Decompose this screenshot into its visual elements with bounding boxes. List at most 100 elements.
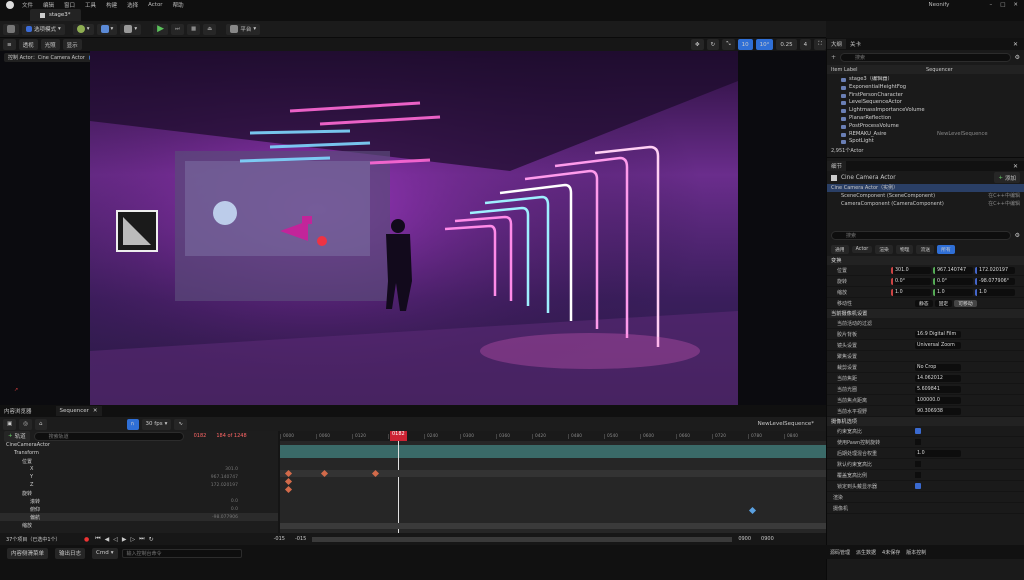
- range-start[interactable]: -015: [274, 536, 285, 542]
- transform-move-icon[interactable]: ✥: [691, 39, 704, 50]
- mobility-static[interactable]: 静态: [915, 299, 933, 307]
- col-sequencer[interactable]: Sequencer: [926, 67, 953, 73]
- track-row[interactable]: 位置: [0, 457, 278, 465]
- maximize-viewport-icon[interactable]: ⛶: [814, 39, 826, 50]
- outliner-row[interactable]: REMAKU_Asire NewLevelSequence: [827, 131, 1024, 139]
- mode-dropdown[interactable]: 选项模式 ▾: [22, 23, 65, 35]
- outliner-search-input[interactable]: 搜索: [840, 53, 1011, 62]
- cmd-dropdown[interactable]: Cmd ▾: [92, 547, 118, 559]
- setting-value[interactable]: 100000.0: [915, 396, 961, 404]
- cinematics-button[interactable]: ▾: [120, 23, 142, 35]
- outliner-row[interactable]: ExponentialHeightFog: [827, 84, 1024, 92]
- lit-button[interactable]: 光照: [40, 39, 60, 50]
- derived-data-button[interactable]: 派生数据: [856, 549, 876, 556]
- range-end-2[interactable]: 0900: [761, 536, 774, 542]
- transform-scale-icon[interactable]: ⤡: [722, 39, 735, 50]
- seq-snap-button[interactable]: ∩: [126, 418, 139, 430]
- keyframe[interactable]: [284, 485, 293, 494]
- keyframe[interactable]: [748, 506, 757, 515]
- col-item-label[interactable]: Item Label: [831, 67, 926, 73]
- outliner-row[interactable]: LightmassImportanceVolume: [827, 107, 1024, 115]
- grid-snap-button[interactable]: 10: [737, 39, 753, 50]
- scale-y[interactable]: 1.0: [933, 288, 973, 296]
- component-row[interactable]: SceneComponent (SceneComponent) 在C++中编辑: [827, 192, 1024, 200]
- revision-control-button[interactable]: 版本控制: [906, 549, 926, 556]
- range-scrollbar[interactable]: [312, 536, 733, 542]
- step-back-button[interactable]: ◀: [105, 536, 110, 543]
- record-button[interactable]: ●: [84, 536, 89, 543]
- mobility-movable[interactable]: 可移动: [954, 299, 977, 307]
- minimize-button[interactable]: –: [989, 2, 992, 8]
- mobility-stationary[interactable]: 固定: [934, 299, 953, 307]
- step-button[interactable]: ⏭: [171, 23, 184, 35]
- maximize-button[interactable]: □: [1000, 2, 1005, 8]
- add-actor-button[interactable]: ▾: [72, 23, 94, 35]
- option-checkbox[interactable]: [915, 461, 921, 467]
- play-forward-button[interactable]: ▶: [122, 536, 127, 543]
- track-row[interactable]: 俯仰 0.0: [0, 505, 278, 513]
- transform-section[interactable]: 变换: [827, 256, 1024, 265]
- seq-save-button[interactable]: ▣: [3, 418, 17, 430]
- track-row[interactable]: 缩放: [0, 521, 278, 529]
- source-control-button[interactable]: 源码管理: [830, 549, 850, 556]
- setting-value[interactable]: 14.062012: [915, 374, 961, 382]
- outliner-row[interactable]: PostProcessVolume: [827, 123, 1024, 131]
- location-y[interactable]: 967.140747: [933, 266, 973, 274]
- rotation-y[interactable]: 0.0°: [933, 277, 973, 285]
- detail-filter-tab[interactable]: 所有: [937, 245, 955, 254]
- camera-options-section[interactable]: 摄像机选项: [827, 417, 1024, 426]
- viewport-menu-button[interactable]: ≡: [3, 39, 16, 50]
- jump-end-button[interactable]: ⏭: [139, 535, 144, 543]
- detail-filter-tab[interactable]: 流送: [916, 245, 935, 254]
- loop-button[interactable]: ↻: [149, 536, 154, 543]
- track-row[interactable]: CineCameraActor: [0, 441, 278, 449]
- details-tab[interactable]: 细节: [827, 161, 847, 171]
- stop-button[interactable]: ■: [186, 23, 201, 35]
- add-component-button[interactable]: + 添加: [994, 172, 1020, 183]
- level-tab[interactable]: stage3*: [30, 9, 81, 21]
- outliner-row[interactable]: SpotLight: [827, 138, 1024, 146]
- outliner-row[interactable]: stage3（编辑器）: [827, 76, 1024, 84]
- outliner-tab[interactable]: 大纲: [827, 39, 847, 49]
- rendering-section[interactable]: 渲染: [827, 492, 1024, 503]
- keyframe[interactable]: [284, 477, 293, 486]
- menu-edit[interactable]: 编辑: [43, 1, 54, 9]
- blueprint-button[interactable]: ▾: [96, 23, 118, 35]
- track-row[interactable]: Transform: [0, 449, 278, 457]
- setting-value[interactable]: 90.306938: [915, 407, 961, 415]
- range-end[interactable]: 0900: [738, 536, 751, 542]
- details-settings-icon[interactable]: ⚙: [1015, 232, 1020, 239]
- output-log-button[interactable]: 输出日志: [55, 547, 86, 559]
- sequencer-tab[interactable]: Sequencer ✕: [55, 406, 102, 416]
- outliner-row[interactable]: LevelSequenceActor: [827, 99, 1024, 107]
- location-x[interactable]: 301.0: [891, 266, 931, 274]
- eject-button[interactable]: ⏏: [203, 23, 217, 35]
- levels-tab[interactable]: 关卡: [846, 39, 865, 49]
- option-checkbox[interactable]: [915, 472, 921, 478]
- timeline-scrollbar[interactable]: [280, 523, 826, 529]
- menu-actor[interactable]: Actor: [148, 2, 162, 8]
- close-button[interactable]: ✕: [1013, 2, 1018, 8]
- console-input[interactable]: 输入控制台命令: [121, 548, 242, 558]
- platform-dropdown[interactable]: 平台 ▾: [226, 23, 261, 35]
- option-checkbox[interactable]: [915, 439, 921, 445]
- track-row[interactable]: 旋转: [0, 489, 278, 497]
- option-checkbox[interactable]: [915, 428, 921, 434]
- component-row[interactable]: CameraComponent (CameraComponent) 在C++中编辑: [827, 200, 1024, 208]
- ue-logo-icon[interactable]: [6, 0, 14, 9]
- scale-x[interactable]: 1.0: [891, 288, 931, 296]
- curve-editor-button[interactable]: ∿: [174, 418, 187, 430]
- camera-speed-button[interactable]: 4: [799, 39, 812, 50]
- scene-render[interactable]: [90, 51, 738, 405]
- timeline-ruler[interactable]: 0000006001200180024003000360042004800540…: [280, 431, 826, 441]
- track-row[interactable]: X 301.0: [0, 465, 278, 473]
- track-row[interactable]: Z 172.020197: [0, 481, 278, 489]
- unsaved-button[interactable]: 4未保存: [882, 549, 900, 556]
- component-row[interactable]: Cine Camera Actor（实例）: [827, 184, 1024, 192]
- track-row[interactable]: Y 967.140747: [0, 473, 278, 481]
- seq-camera-button[interactable]: ⌂: [35, 418, 47, 430]
- add-filter-icon[interactable]: +: [831, 54, 836, 61]
- setting-value[interactable]: No Crop: [915, 363, 961, 371]
- option-value[interactable]: 1.0: [915, 449, 961, 457]
- detail-filter-tab[interactable]: 通用: [831, 245, 849, 254]
